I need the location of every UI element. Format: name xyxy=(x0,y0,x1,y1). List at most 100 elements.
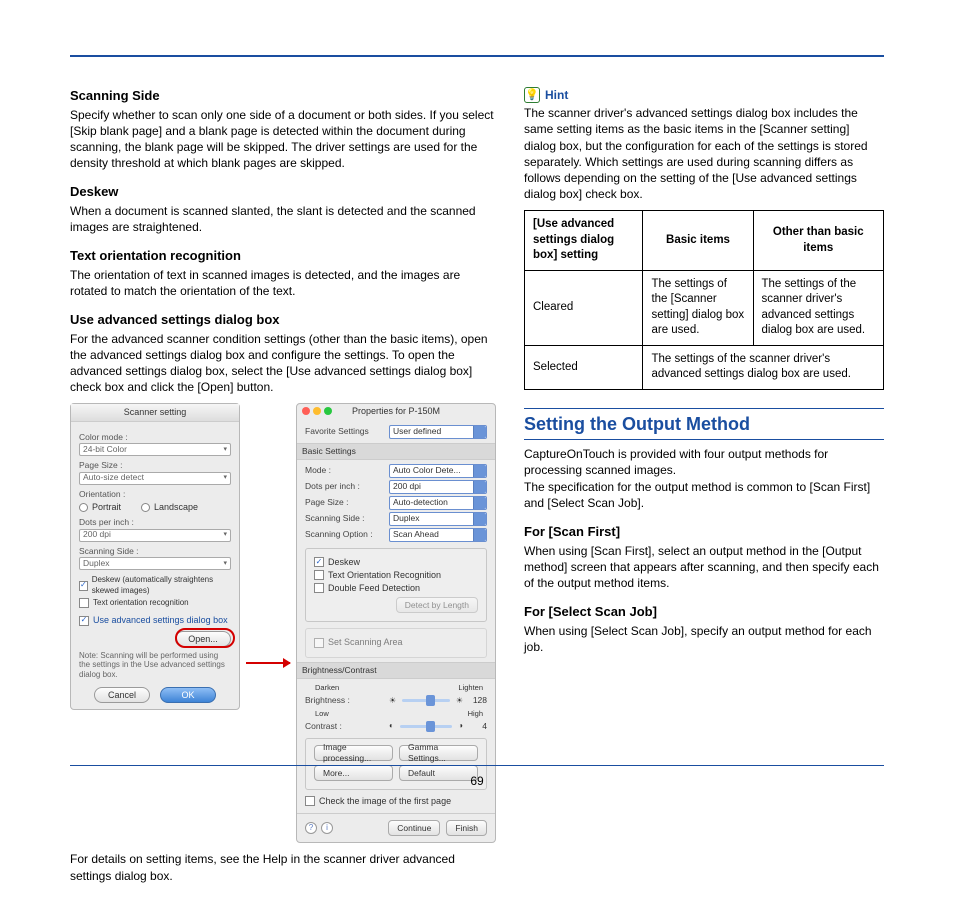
body-text-orientation: The orientation of text in scanned image… xyxy=(70,267,496,299)
use-advanced-checkbox[interactable]: ✓ xyxy=(79,616,89,626)
output-p1: CaptureOnTouch is provided with four out… xyxy=(524,446,884,478)
area-label: Set Scanning Area xyxy=(328,636,403,648)
lighten-label: Lighten xyxy=(458,683,483,693)
help-icon[interactable]: ? xyxy=(305,822,317,834)
deskew-checkbox[interactable]: ✓ xyxy=(79,581,88,591)
heading-scanning-side: Scanning Side xyxy=(70,87,496,105)
heading-select-job: For [Select Scan Job] xyxy=(524,603,884,621)
heading-deskew: Deskew xyxy=(70,183,496,201)
contrast-label: Contrast : xyxy=(305,721,383,732)
basic-settings-header: Basic Settings xyxy=(297,443,495,460)
scanning-side-value: Duplex xyxy=(83,558,109,569)
th-other: Other than basic items xyxy=(753,211,884,271)
gamma-button[interactable]: Gamma Settings... xyxy=(399,745,478,761)
mode-select[interactable]: Auto Color Dete... xyxy=(389,464,487,478)
dpi2-label: Dots per inch : xyxy=(305,481,383,492)
page-size-select[interactable]: Auto-size detect xyxy=(79,472,231,485)
info-icon[interactable]: i xyxy=(321,822,333,834)
dfd-checkbox[interactable] xyxy=(314,583,324,593)
ps-label: Page Size : xyxy=(305,497,383,508)
brightness-value: 128 xyxy=(469,695,487,706)
scanner-setting-dialog: Scanner setting Color mode : 24-bit Colo… xyxy=(70,403,240,710)
orientation-label: Orientation : xyxy=(79,489,231,500)
dpi2-select[interactable]: 200 dpi xyxy=(389,480,487,494)
side2-select[interactable]: Duplex xyxy=(389,512,487,526)
side2-label: Scanning Side : xyxy=(305,513,383,524)
dialog-title: Scanner setting xyxy=(71,404,239,421)
mode-value: Auto Color Dete... xyxy=(393,465,461,476)
scanning-side-select[interactable]: Duplex xyxy=(79,557,231,570)
dpi-value: 200 dpi xyxy=(83,529,111,540)
body-scanning-side: Specify whether to scan only one side of… xyxy=(70,107,496,172)
color-mode-value: 24-bit Color xyxy=(83,444,127,455)
opt-label: Scanning Option : xyxy=(305,529,383,540)
td-cleared-basic: The settings of the [Scanner setting] di… xyxy=(643,270,753,345)
check-image-label: Check the image of the first page xyxy=(319,795,451,807)
bc-header: Brightness/Contrast xyxy=(297,662,495,679)
text2-checkbox[interactable] xyxy=(314,570,324,580)
landscape-label: Landscape xyxy=(154,501,198,513)
detect-length-button[interactable]: Detect by Length xyxy=(396,597,478,613)
arrow-icon xyxy=(246,662,290,664)
open-button[interactable]: Open... xyxy=(175,631,231,647)
brightness-label: Brightness : xyxy=(305,695,383,706)
contrast-value: 4 xyxy=(469,721,487,732)
finish-button[interactable]: Finish xyxy=(446,820,487,836)
portrait-radio[interactable] xyxy=(79,503,88,512)
scanning-side-label: Scanning Side : xyxy=(79,546,231,557)
favorite-select[interactable]: User defined xyxy=(389,425,487,439)
body-use-advanced: For the advanced scanner condition setti… xyxy=(70,331,496,396)
use-advanced-cb-label: Use advanced settings dialog box xyxy=(93,614,228,626)
heading-use-advanced: Use advanced settings dialog box xyxy=(70,311,496,329)
color-mode-label: Color mode : xyxy=(79,432,231,443)
contrast-slider[interactable] xyxy=(400,725,452,728)
rule-bottom xyxy=(70,765,884,766)
body-select-job: When using [Select Scan Job], specify an… xyxy=(524,623,884,655)
settings-table: [Use advanced settings dialog box] setti… xyxy=(524,210,884,390)
deskew-cb-label: Deskew (automatically straightens skewed… xyxy=(92,575,231,597)
area-checkbox[interactable] xyxy=(314,638,324,648)
page-number: 69 xyxy=(0,774,954,788)
darken-label: Darken xyxy=(315,683,339,693)
th-setting: [Use advanced settings dialog box] setti… xyxy=(525,211,643,271)
low-label: Low xyxy=(315,709,329,719)
rule-top xyxy=(70,55,884,57)
page: Scanning Side Specify whether to scan on… xyxy=(0,0,954,924)
check-image-checkbox[interactable] xyxy=(305,796,315,806)
opt-value: Scan Ahead xyxy=(393,529,439,540)
favorite-value: User defined xyxy=(393,426,441,437)
deskew2-checkbox[interactable]: ✓ xyxy=(314,557,324,567)
opt-select[interactable]: Scan Ahead xyxy=(389,528,487,542)
hint-label: Hint xyxy=(545,87,568,103)
dpi-select[interactable]: 200 dpi xyxy=(79,529,231,542)
text-orientation-checkbox[interactable] xyxy=(79,598,89,608)
text-orientation-cb-label: Text orientation recognition xyxy=(93,598,189,609)
figure-footnote: For details on setting items, see the He… xyxy=(70,851,496,883)
page-size-value: Auto-size detect xyxy=(83,472,144,483)
ok-button[interactable]: OK xyxy=(160,687,216,703)
hint-row: 💡 Hint xyxy=(524,87,884,103)
ps-select[interactable]: Auto-detection xyxy=(389,496,487,510)
cancel-button[interactable]: Cancel xyxy=(94,687,150,703)
body-scan-first: When using [Scan First], select an outpu… xyxy=(524,543,884,592)
heading-scan-first: For [Scan First] xyxy=(524,523,884,541)
color-mode-select[interactable]: 24-bit Color xyxy=(79,443,231,456)
page-size-label: Page Size : xyxy=(79,460,231,471)
text2-label: Text Orientation Recognition xyxy=(328,569,441,581)
dpi-label: Dots per inch : xyxy=(79,517,231,528)
heading-output-method: Setting the Output Method xyxy=(524,408,884,440)
body-deskew: When a document is scanned slanted, the … xyxy=(70,203,496,235)
td-cleared: Cleared xyxy=(525,270,643,345)
dpi2-value: 200 dpi xyxy=(393,481,421,492)
hint-body: The scanner driver's advanced settings d… xyxy=(524,105,884,202)
ps-value: Auto-detection xyxy=(393,497,448,508)
brightness-slider[interactable] xyxy=(402,699,450,702)
portrait-label: Portrait xyxy=(92,501,121,513)
image-processing-button[interactable]: Image processing... xyxy=(314,745,393,761)
high-label: High xyxy=(468,709,483,719)
deskew2-label: Deskew xyxy=(328,556,360,568)
td-selected-merged: The settings of the scanner driver's adv… xyxy=(643,345,884,389)
heading-text-orientation: Text orientation recognition xyxy=(70,247,496,265)
landscape-radio[interactable] xyxy=(141,503,150,512)
continue-button[interactable]: Continue xyxy=(388,820,440,836)
